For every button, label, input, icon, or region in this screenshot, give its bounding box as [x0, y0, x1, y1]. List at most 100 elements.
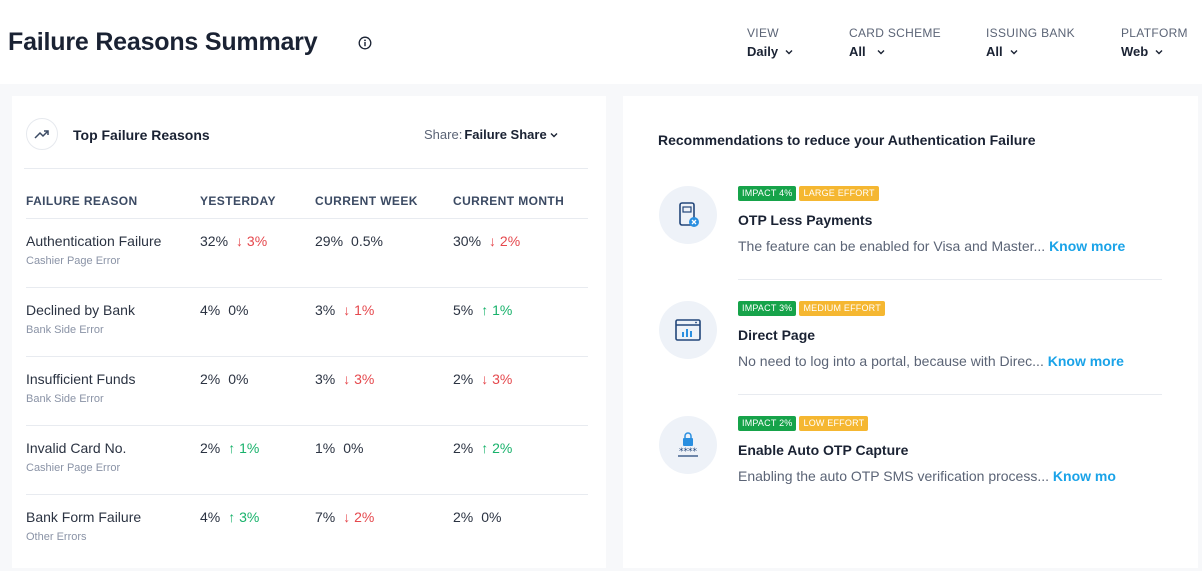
change-amount: 2%: [499, 232, 521, 249]
reason-cell: Bank Form Failure Other Errors: [26, 494, 200, 563]
percent-value: 5%: [453, 301, 474, 318]
arrow-down-icon: ↓: [236, 232, 247, 249]
filter-platform[interactable]: PLATFORM Web: [1121, 26, 1188, 59]
filter-view[interactable]: VIEW Daily: [747, 26, 794, 59]
filter-issuing-bank-label: ISSUING BANK: [986, 26, 1075, 40]
change-up: ↑ 3%: [228, 509, 259, 525]
recommendation-name: Enable Auto OTP Capture: [738, 442, 909, 458]
change-amount: 0.5%: [351, 232, 383, 249]
week-cell: 3% ↓ 3%: [315, 356, 453, 426]
know-more-link[interactable]: Know more: [1049, 238, 1125, 254]
change-amount: 0%: [343, 439, 364, 456]
impact-badge: IMPACT 4%: [738, 186, 797, 201]
section-title: Top Failure Reasons: [73, 127, 210, 143]
change-down: ↓ 3%: [481, 371, 512, 387]
recommendation-description: No need to log into a portal, because wi…: [738, 353, 1168, 369]
reason-cell: Declined by Bank Bank Side Error: [26, 287, 200, 357]
arrow-down-icon: ↓: [343, 508, 355, 525]
arrow-down-icon: ↓: [343, 370, 355, 387]
change-amount: 2%: [492, 439, 513, 456]
change-down: ↓ 1%: [343, 302, 374, 318]
percent-value: 4%: [200, 508, 221, 525]
table-row[interactable]: Authentication Failure Cashier Page Error…: [26, 218, 588, 288]
week-cell: 1% 0%: [315, 425, 453, 495]
filter-issuing-bank-value: All: [986, 44, 1003, 59]
filter-issuing-bank[interactable]: ISSUING BANK All: [986, 26, 1075, 59]
chevron-down-icon: [550, 132, 558, 137]
week-cell: 3% ↓ 1%: [315, 287, 453, 357]
chevron-down-icon: [1155, 49, 1163, 54]
table-row[interactable]: Insufficient Funds Bank Side Error 2% 0% 3% ↓…: [26, 356, 588, 426]
change-down: ↓ 2%: [343, 509, 374, 525]
month-cell: 2% ↑ 2%: [453, 425, 588, 495]
change-value: 0%: [228, 371, 248, 387]
know-more-link[interactable]: Know mo: [1053, 468, 1116, 484]
reason-category: Other Errors: [26, 530, 87, 543]
failure-reasons-panel: Top Failure Reasons Share: Failure Share…: [12, 96, 606, 568]
impact-badge: IMPACT 2%: [738, 416, 797, 431]
change-up: ↑ 1%: [228, 440, 259, 456]
percent-value: 2%: [453, 439, 474, 456]
yesterday-cell: 32% ↓ 3%: [200, 218, 315, 288]
recommendation-item[interactable]: IMPACT 4% LARGE EFFORT OTP Less Payments…: [623, 186, 1198, 286]
recommendation-text: The feature can be enabled for Visa and …: [738, 238, 1046, 254]
change-amount: 0%: [481, 508, 502, 525]
change-amount: 1%: [354, 301, 375, 318]
change-down: ↓ 2%: [489, 233, 520, 249]
divider: [24, 168, 588, 169]
chevron-down-icon: [1010, 49, 1018, 54]
month-cell: 2% 0%: [453, 494, 588, 563]
percent-value: 2%: [453, 370, 474, 387]
recommendation-item[interactable]: **** IMPACT 2% LOW EFFORT Enable Auto OT…: [623, 416, 1198, 516]
change-value: 0%: [343, 440, 363, 456]
table-row[interactable]: Invalid Card No. Cashier Page Error 2% ↑ 1%…: [26, 425, 588, 495]
change-up: ↑ 1%: [481, 302, 512, 318]
divider: [738, 394, 1162, 395]
reason-category: Cashier Page Error: [26, 461, 121, 474]
reason-cell: Insufficient Funds Bank Side Error: [26, 356, 200, 426]
recommendation-name: OTP Less Payments: [738, 212, 873, 228]
percent-value: 30%: [453, 232, 482, 249]
browser-chart-icon: [659, 301, 717, 359]
column-header[interactable]: FAILURE REASON: [26, 184, 200, 219]
filter-card-scheme[interactable]: CARD SCHEME All: [849, 26, 941, 59]
change-amount: 1%: [239, 439, 260, 456]
know-more-link[interactable]: Know more: [1048, 353, 1124, 369]
effort-badge: LOW EFFORT: [799, 416, 869, 431]
yesterday-cell: 2% 0%: [200, 356, 315, 426]
arrow-up-icon: ↑: [228, 508, 240, 525]
column-header[interactable]: CURRENT MONTH: [453, 184, 588, 219]
info-icon[interactable]: [358, 36, 372, 50]
percent-value: 32%: [200, 232, 229, 249]
change-amount: 3%: [239, 508, 260, 525]
recommendations-title: Recommendations to reduce your Authentic…: [658, 132, 1036, 148]
change-up: ↑ 2%: [481, 440, 512, 456]
filter-platform-value: Web: [1121, 44, 1149, 59]
change-amount: 3%: [492, 370, 513, 387]
arrow-down-icon: ↓: [343, 301, 355, 318]
trend-icon-badge: [26, 118, 58, 150]
percent-value: 2%: [453, 508, 474, 525]
month-cell: 30% ↓ 2%: [453, 218, 588, 288]
column-header[interactable]: CURRENT WEEK: [315, 184, 453, 219]
filter-card-scheme-value: All: [849, 44, 866, 59]
change-amount: 0%: [228, 301, 249, 318]
reason-category: Bank Side Error: [26, 392, 104, 405]
arrow-up-icon: ↑: [481, 301, 493, 318]
table-row[interactable]: Bank Form Failure Other Errors 4% ↑ 3% 7% ↓ 2…: [26, 494, 588, 563]
recommendations-panel: Recommendations to reduce your Authentic…: [623, 96, 1198, 568]
arrow-up-icon: ↑: [228, 439, 240, 456]
recommendation-item[interactable]: IMPACT 3% MEDIUM EFFORT Direct Page No n…: [623, 301, 1198, 401]
table-row[interactable]: Declined by Bank Bank Side Error 4% 0% 3% ↓ 1…: [26, 287, 588, 357]
share-dropdown[interactable]: Share: Failure Share: [424, 127, 559, 142]
effort-badge: LARGE EFFORT: [799, 186, 879, 201]
reason-name: Bank Form Failure: [26, 508, 142, 525]
arrow-up-icon: ↑: [481, 439, 493, 456]
percent-value: 7%: [315, 508, 336, 525]
reason-cell: Authentication Failure Cashier Page Error: [26, 218, 200, 288]
yesterday-cell: 4% ↑ 3%: [200, 494, 315, 563]
change-amount: 1%: [492, 301, 513, 318]
column-header[interactable]: YESTERDAY: [200, 184, 315, 219]
filter-view-label: VIEW: [747, 26, 779, 40]
chevron-down-icon: [877, 49, 885, 54]
